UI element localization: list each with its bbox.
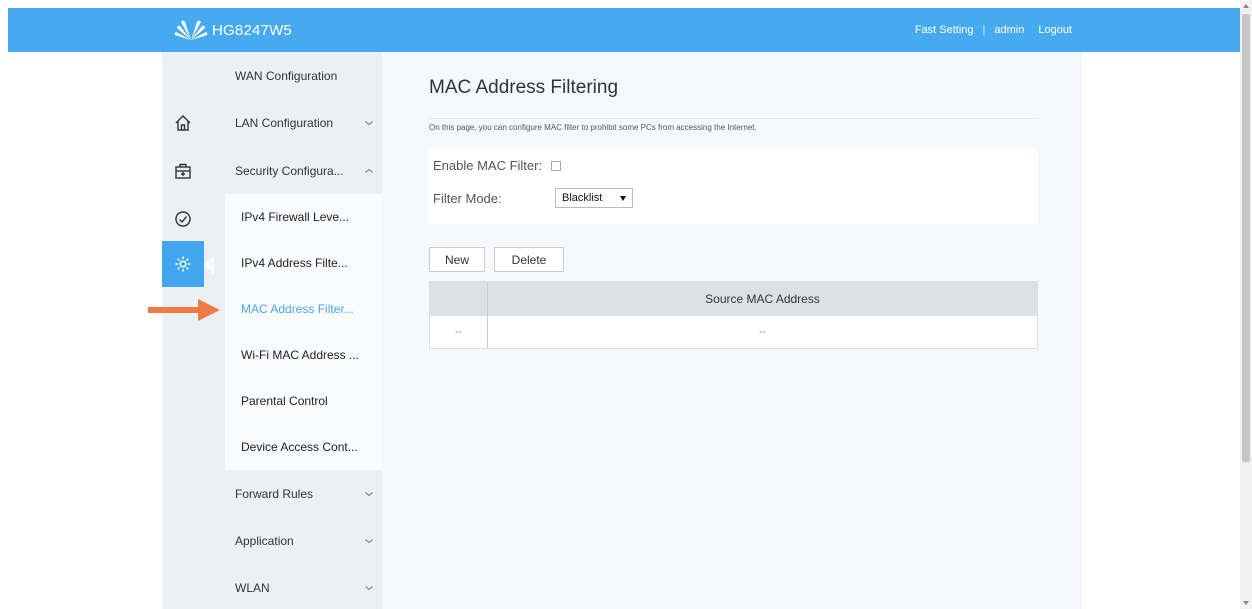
dropdown-caret-icon	[620, 195, 626, 201]
menu-item-label: WAN Configuration	[235, 69, 338, 83]
page-scrollbar[interactable]	[1240, 0, 1252, 609]
menu-item-wan[interactable]: WAN Configuration	[225, 53, 382, 99]
menu-item-label: Application	[235, 534, 294, 548]
submenu-device-access-control[interactable]: Device Access Cont...	[225, 424, 382, 470]
menu-item-lan[interactable]: LAN Configuration	[225, 100, 382, 146]
menu-item-forward-rules[interactable]: Forward Rules	[225, 471, 382, 517]
top-bar: HG8247W5 Fast Setting | admin Logout	[8, 8, 1240, 52]
scroll-thumb[interactable]	[1242, 14, 1250, 462]
submenu-ipv4-firewall[interactable]: IPv4 Firewall Leve...	[225, 194, 382, 240]
sidebar-menu: WAN Configuration LAN Configuration Secu…	[225, 52, 382, 609]
header-links: Fast Setting | admin Logout	[915, 8, 1072, 52]
chevron-down-icon	[364, 582, 374, 592]
gear-icon	[175, 256, 191, 272]
fast-setting-link[interactable]: Fast Setting	[915, 24, 974, 36]
chevron-down-icon	[364, 117, 374, 127]
submenu-label: Wi-Fi MAC Address ...	[241, 348, 360, 362]
enable-filter-label: Enable MAC Filter:	[433, 158, 543, 173]
column-header-source-mac: Source MAC Address	[705, 292, 820, 306]
submenu-parental-control[interactable]: Parental Control	[225, 378, 382, 424]
brand-logo: HG8247W5	[174, 18, 292, 42]
admin-link[interactable]: admin	[994, 24, 1024, 36]
enable-mac-filter-checkbox[interactable]	[551, 160, 561, 171]
table-cell-mac: --	[759, 326, 766, 338]
submenu-wifi-mac-address[interactable]: Wi-Fi MAC Address ...	[225, 332, 382, 378]
advanced-nav-button[interactable]	[162, 148, 204, 194]
new-button[interactable]: New	[429, 247, 485, 272]
filter-mode-select[interactable]: Blacklist	[555, 188, 633, 208]
page-description: On this page, you can configure MAC filt…	[429, 118, 1039, 132]
check-circle-icon	[175, 211, 191, 227]
submenu-label: IPv4 Address Filte...	[241, 256, 348, 270]
submenu-label: MAC Address Filter...	[241, 302, 354, 316]
submenu-mac-address-filter[interactable]: MAC Address Filter...	[225, 286, 382, 332]
menu-item-label: Forward Rules	[235, 487, 314, 501]
submenu-label: Device Access Cont...	[241, 440, 358, 454]
filter-settings-panel: Enable MAC Filter: Filter Mode: Blacklis…	[429, 149, 1038, 224]
status-nav-button[interactable]	[162, 196, 204, 242]
active-indicator-notch	[204, 255, 214, 275]
table-cell-select: --	[455, 326, 462, 338]
scroll-up-arrow-icon[interactable]	[1243, 4, 1249, 8]
logout-link[interactable]: Logout	[1038, 24, 1072, 36]
huawei-logo-icon	[174, 20, 208, 40]
filter-mode-value: Blacklist	[562, 192, 603, 204]
filter-mode-row: Filter Mode: Blacklist	[433, 188, 633, 208]
chevron-down-icon	[364, 535, 374, 545]
main-content: MAC Address Filtering On this page, you …	[382, 52, 1082, 609]
enable-filter-row: Enable MAC Filter:	[433, 158, 561, 173]
submenu-label: IPv4 Firewall Leve...	[241, 210, 350, 224]
chevron-up-icon	[364, 165, 374, 175]
menu-item-label: LAN Configuration	[235, 116, 334, 130]
settings-nav-button[interactable]	[162, 241, 204, 287]
submenu-ipv4-address-filter[interactable]: IPv4 Address Filte...	[225, 240, 382, 286]
briefcase-icon	[175, 163, 191, 179]
home-nav-button[interactable]	[162, 100, 204, 146]
menu-item-label: WLAN	[235, 581, 270, 595]
menu-item-security[interactable]: Security Configura...	[225, 148, 382, 194]
delete-button[interactable]: Delete	[494, 247, 564, 272]
device-model: HG8247W5	[212, 21, 292, 39]
category-icon-bar	[162, 52, 225, 609]
orange-pointer-arrow-icon	[148, 299, 220, 321]
mac-filter-table: Source MAC Address -- --	[429, 281, 1038, 349]
page-title: MAC Address Filtering	[429, 77, 619, 98]
scroll-down-arrow-icon[interactable]	[1243, 601, 1249, 605]
filter-mode-label: Filter Mode:	[433, 190, 502, 206]
header-separator: |	[982, 24, 986, 36]
menu-item-application[interactable]: Application	[225, 518, 382, 564]
chevron-down-icon	[364, 488, 374, 498]
home-icon	[175, 115, 191, 131]
menu-item-label: Security Configura...	[235, 164, 344, 178]
submenu-label: Parental Control	[241, 394, 328, 408]
menu-item-wlan[interactable]: WLAN	[225, 565, 382, 609]
